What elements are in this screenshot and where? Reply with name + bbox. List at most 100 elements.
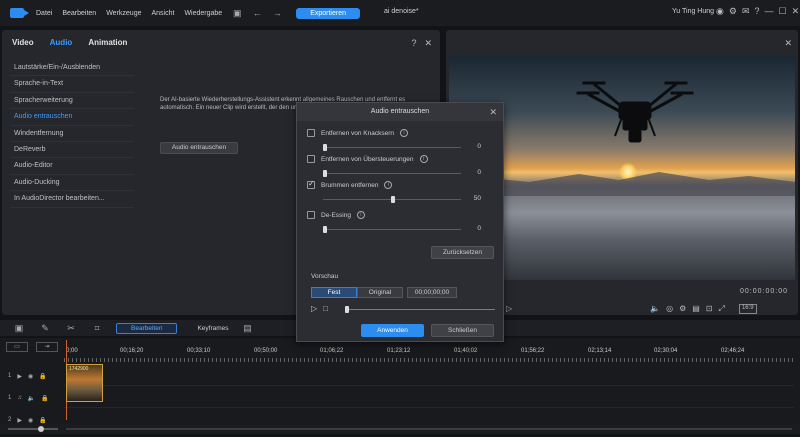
- option-declick[interactable]: Entfernen von Knacksern i: [307, 129, 408, 137]
- timeline: 0;00 00;16;20 00;33;10 00;50;00 01;06;22…: [0, 338, 800, 430]
- mode-original[interactable]: Original: [357, 287, 403, 298]
- tab-video[interactable]: Video: [12, 38, 34, 47]
- option-deessing[interactable]: De-Essing i: [307, 211, 365, 219]
- dehum-slider[interactable]: [323, 196, 461, 203]
- keyframes-button[interactable]: Keyframes: [197, 325, 228, 332]
- export-button[interactable]: Exportieren: [296, 7, 360, 19]
- notification-icon[interactable]: ✉: [742, 6, 750, 17]
- sidebar-item-audio-ducking[interactable]: Audio-Ducking: [10, 175, 134, 192]
- lock-icon[interactable]: 🔒: [41, 395, 48, 402]
- play-icon[interactable]: ▷: [311, 304, 317, 313]
- minimize-icon[interactable]: —: [765, 6, 774, 17]
- menu-file[interactable]: Datei: [36, 10, 52, 17]
- volume-icon[interactable]: 🔈: [650, 304, 660, 314]
- ruler-label: 01;23;12: [387, 348, 411, 354]
- aspect-ratio-badge[interactable]: 16:9: [738, 304, 757, 314]
- declick-checkbox[interactable]: [307, 129, 315, 137]
- sidebar-item-dereverb[interactable]: DeReverb: [10, 142, 134, 159]
- fit-timeline-icon[interactable]: ⇥: [36, 342, 58, 352]
- sidebar-item-speech-enhancement[interactable]: Spracherweiterung: [10, 93, 134, 110]
- maximize-icon[interactable]: ☐: [779, 6, 787, 17]
- snapshot-icon[interactable]: ◎: [666, 304, 673, 314]
- play-icon[interactable]: ▷: [506, 304, 512, 314]
- close-button[interactable]: Schließen: [431, 324, 494, 337]
- sidebar-item-speech-to-text[interactable]: Sprache-in-Text: [10, 76, 134, 93]
- mode-fixed[interactable]: Fest: [311, 287, 357, 298]
- audio-denoise-button[interactable]: Audio entrauschen: [160, 142, 238, 154]
- seek-thumb[interactable]: [345, 306, 349, 313]
- zoom-icon[interactable]: ⊡: [706, 304, 713, 314]
- edit-button[interactable]: Bearbeiten: [116, 322, 178, 334]
- preview-controls: ▷ 🔈 ◎ ⚙ ▤ ⊡ ⤢ 16:9: [506, 304, 796, 314]
- eye-icon[interactable]: ◉: [28, 373, 33, 380]
- sidebar-item-audio-editor[interactable]: Audio-Editor: [10, 158, 134, 175]
- main-menu: Datei Bearbeiten Werkzeuge Ansicht Wiede…: [36, 10, 222, 17]
- lock-icon[interactable]: 🔒: [39, 373, 46, 380]
- dialog-timecode: 00;00;00;00: [407, 287, 457, 298]
- preview-close-icon[interactable]: ✕: [784, 38, 792, 49]
- settings-icon[interactable]: ⚙: [729, 6, 737, 17]
- video-clip[interactable]: 1742900: [66, 364, 103, 402]
- sidebar-item-wind-removal[interactable]: Windentfernung: [10, 126, 134, 142]
- pen-icon[interactable]: ✎: [38, 323, 52, 334]
- slider-thumb[interactable]: [323, 226, 327, 233]
- tab-audio[interactable]: Audio: [50, 38, 73, 47]
- menu-edit[interactable]: Bearbeiten: [62, 10, 96, 17]
- fullscreen-icon[interactable]: ⤢: [719, 304, 725, 314]
- declip-slider[interactable]: [323, 170, 461, 177]
- dehum-checkbox[interactable]: [307, 179, 315, 189]
- deessing-slider[interactable]: [323, 226, 461, 233]
- info-icon[interactable]: i: [384, 181, 393, 189]
- apply-button[interactable]: Anwenden: [361, 324, 424, 337]
- info-icon[interactable]: i: [400, 129, 408, 137]
- speaker-icon[interactable]: 🔈: [28, 395, 35, 402]
- declip-checkbox[interactable]: [307, 155, 315, 163]
- stop-icon[interactable]: □: [323, 304, 328, 313]
- video-track-row[interactable]: [64, 366, 794, 386]
- timeline-scrollbar[interactable]: [0, 424, 800, 434]
- sidebar-item-volume[interactable]: Lautstärke/Ein-/Ausblenden: [10, 60, 134, 77]
- panel-help-icon[interactable]: ?: [411, 38, 416, 49]
- zoom-slider[interactable]: [8, 428, 58, 430]
- option-dehum[interactable]: Brummen entfernen i: [307, 179, 393, 189]
- slider-thumb[interactable]: [391, 196, 395, 203]
- info-icon[interactable]: i: [356, 211, 365, 219]
- info-icon[interactable]: i: [419, 155, 428, 163]
- save-icon[interactable]: ▣: [232, 8, 242, 18]
- redo-icon[interactable]: →: [272, 8, 282, 18]
- slider-thumb[interactable]: [323, 144, 327, 151]
- tab-animation[interactable]: Animation: [88, 38, 127, 47]
- sidebar-item-audio-denoise[interactable]: Audio entrauschen: [10, 109, 134, 126]
- user-name[interactable]: Yu Ting Hung: [672, 8, 714, 15]
- subtitle-track-icon[interactable]: ▤: [241, 323, 255, 334]
- sidebar-item-audiodirector[interactable]: In AudioDirector bearbeiten...: [10, 191, 134, 208]
- subtitle-icon[interactable]: ▤: [692, 304, 700, 314]
- zoom-slider-thumb[interactable]: [38, 426, 44, 432]
- timeline-ruler[interactable]: 0;00 00;16;20 00;33;10 00;50;00 01;06;22…: [64, 346, 794, 362]
- panel-close-icon[interactable]: ✕: [424, 38, 432, 49]
- audio-track-row[interactable]: [64, 388, 794, 408]
- split-icon[interactable]: ✂: [64, 323, 78, 334]
- dialog-seek-bar[interactable]: [345, 306, 495, 313]
- horizontal-scroll-track[interactable]: [66, 428, 792, 430]
- reset-button[interactable]: Zurücksetzen: [431, 246, 494, 259]
- dialog-close-icon[interactable]: ✕: [489, 103, 497, 121]
- slider-thumb[interactable]: [323, 170, 327, 177]
- help-icon[interactable]: ?: [754, 6, 759, 17]
- track-manager-icon[interactable]: ▣: [12, 323, 26, 334]
- menu-playback[interactable]: Wiedergabe: [184, 10, 222, 17]
- menu-view[interactable]: Ansicht: [151, 10, 174, 17]
- ruler-ticks: [64, 358, 794, 362]
- account-icon[interactable]: ◉: [716, 6, 724, 17]
- menu-tools[interactable]: Werkzeuge: [106, 10, 141, 17]
- crop-icon[interactable]: ⌗: [90, 323, 104, 334]
- declick-slider[interactable]: [323, 144, 461, 151]
- eye-icon[interactable]: ◉: [28, 417, 33, 424]
- option-declip[interactable]: Entfernen von Übersteuerungen i: [307, 155, 428, 163]
- lock-icon[interactable]: 🔒: [39, 417, 46, 424]
- undo-icon[interactable]: ←: [252, 8, 262, 18]
- settings-preview-icon[interactable]: ⚙: [679, 304, 686, 314]
- deessing-checkbox[interactable]: [307, 211, 315, 219]
- close-window-icon[interactable]: ✕: [792, 6, 800, 17]
- add-track-icon[interactable]: ▭: [6, 342, 28, 352]
